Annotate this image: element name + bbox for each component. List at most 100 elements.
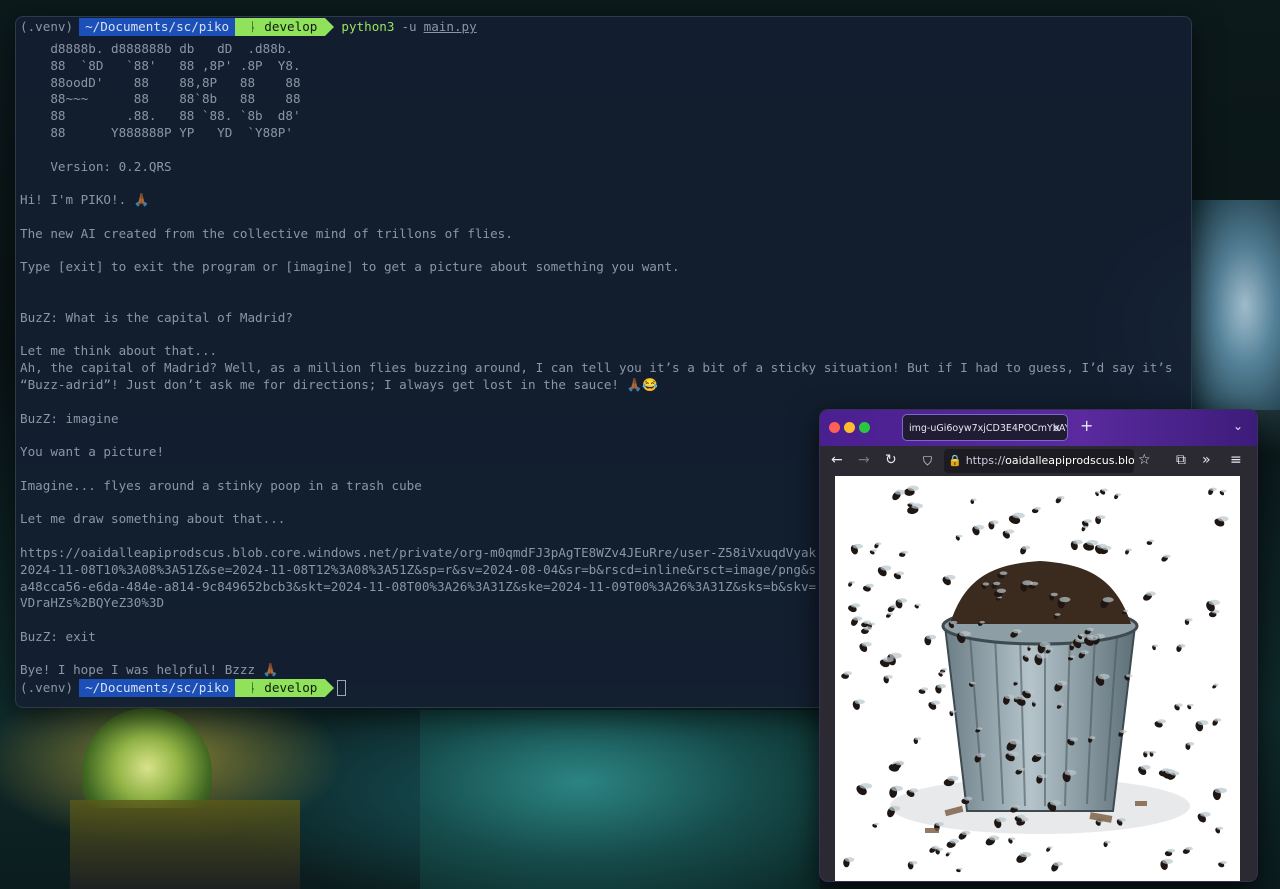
fly-wing-mark	[1087, 635, 1099, 641]
minimize-window-button[interactable]	[844, 422, 855, 433]
url-host: oaidalleapiprodscus.blob.co	[1005, 454, 1134, 467]
fly-wing-mark	[1118, 818, 1126, 822]
fly-wing-mark	[976, 727, 983, 730]
fly-wing-mark	[887, 612, 894, 616]
chevron-down-icon[interactable]: ⌄	[1233, 419, 1243, 433]
star-icon[interactable]: ☆	[1138, 452, 1151, 468]
venv-label: (.venv)	[20, 680, 74, 696]
fly-wing-mark	[889, 805, 901, 811]
fly-wing-mark	[1153, 644, 1159, 648]
fly-wing-mark	[1162, 859, 1173, 864]
fly-wing-mark	[1214, 787, 1227, 794]
fly-wing-mark	[950, 620, 958, 625]
reload-icon[interactable]: ↻	[885, 452, 897, 468]
response-line: Let me think about that...	[20, 343, 218, 359]
fly-wing-mark	[979, 620, 985, 624]
fly-wing-mark	[961, 830, 971, 835]
close-icon[interactable]: ✕	[1052, 415, 1061, 440]
image-viewer[interactable]	[835, 476, 1240, 881]
fly-wing-mark	[859, 783, 873, 789]
fly-wing-mark	[1097, 543, 1107, 549]
fly-wing-mark	[1164, 769, 1176, 774]
fly-wing-mark	[974, 525, 985, 530]
fly-wing-mark	[1150, 751, 1157, 754]
prompt-directory: ~/Documents/sc/piko	[79, 18, 245, 36]
venv-label: (.venv)	[20, 19, 74, 34]
response-line: “Buzz-adrid”! Just don’t ask me for dire…	[20, 376, 658, 392]
git-branch-icon: ᚿ	[249, 680, 265, 696]
fly-wing-mark	[999, 571, 1008, 575]
fly-wing-mark	[894, 489, 906, 495]
nav-bar: ← → ↻ ⛉ 🔒 https://oaidalleapiprodscus.blo…	[820, 446, 1257, 476]
fly-wing-mark	[914, 737, 922, 741]
fly-wing-mark	[971, 498, 977, 501]
fly-wing-mark	[909, 788, 919, 793]
url-bar[interactable]: 🔒https://oaidalleapiprodscus.blob.co	[944, 449, 1134, 473]
fly-wing-mark	[950, 710, 957, 713]
ascii-banner-line: 88 `8D `88' 88 ,8P' .8P Y8.	[20, 57, 301, 73]
arrow-right-icon[interactable]: →	[858, 452, 870, 468]
fly-wing-mark	[956, 534, 963, 538]
fly-wing-mark	[891, 785, 903, 792]
ascii-banner-line: 88 .88. 88 `88. `8b d8'	[20, 108, 301, 124]
generated-image	[835, 476, 1240, 881]
fly-wing-mark	[1197, 720, 1209, 726]
extensions-icon[interactable]: ⧉	[1176, 452, 1186, 468]
fly-wing-mark	[1140, 765, 1151, 770]
fly-wing-mark	[875, 542, 882, 546]
fly-wing-mark	[1096, 515, 1106, 520]
browser-window[interactable]: img-uGi6oyw7xjCD3E4POCmYbAYC ✕ + ⌄ ← → ↻…	[819, 409, 1258, 882]
fly-wing-mark	[1032, 700, 1039, 704]
fly-wing-mark	[1028, 645, 1034, 649]
close-window-button[interactable]	[829, 422, 840, 433]
chevron-double-right-icon[interactable]: »	[1202, 452, 1211, 468]
fly-wing-mark	[1004, 529, 1015, 534]
fly-wing-mark	[1221, 489, 1227, 493]
text-cursor[interactable]	[337, 680, 347, 697]
fly-wing-mark	[1082, 525, 1089, 529]
menu-icon[interactable]: ≡	[1230, 452, 1242, 468]
tab-image[interactable]: img-uGi6oyw7xjCD3E4POCmYbAYC ✕	[902, 414, 1068, 441]
fly-wing-mark	[909, 860, 918, 865]
shield-icon[interactable]: ⛉	[923, 454, 932, 469]
fly-wing-mark	[1186, 742, 1195, 746]
ascii-banner-line: 88oodD' 88 88,8P 88 88	[20, 74, 301, 90]
fly-wing-mark	[1097, 673, 1110, 680]
prompt-file-link[interactable]: main.py	[417, 18, 477, 36]
tab-bar: img-uGi6oyw7xjCD3E4POCmYbAYC ✕ + ⌄	[820, 410, 1257, 446]
fly-wing-mark	[935, 822, 944, 827]
fly-wing-mark	[909, 502, 915, 505]
fly-wing-mark	[1185, 846, 1193, 851]
fly-wing-mark	[1064, 769, 1077, 776]
arrow-left-icon[interactable]: ←	[831, 452, 843, 468]
fly-wing-mark	[1009, 837, 1016, 841]
fly-wing-mark	[1047, 846, 1053, 849]
fly-wing-mark	[1069, 655, 1076, 659]
fly-wing-mark	[963, 796, 973, 801]
zoom-window-button[interactable]	[859, 422, 870, 433]
fly-wing-mark	[849, 581, 855, 584]
prompt-command: python3	[341, 19, 395, 34]
fly-wing-mark	[850, 603, 861, 608]
fly-wing-mark	[1080, 650, 1089, 655]
ascii-banner-line: d8888b. d888888b db dD .d88b.	[20, 41, 293, 56]
lock-icon: 🔒	[948, 454, 962, 467]
fly-wing-mark	[1049, 800, 1062, 806]
prompt-arg: -u	[401, 19, 417, 34]
fly-wing-mark	[1059, 596, 1071, 603]
fly-wing-mark	[1012, 629, 1022, 634]
fly-wing-mark	[1175, 703, 1183, 707]
fly-wing-mark	[1163, 554, 1171, 558]
fly-wing-mark	[1047, 648, 1054, 651]
tab-title: img-uGi6oyw7xjCD3E4POCmYbAYC	[909, 423, 1068, 434]
fly-wing-mark	[871, 549, 877, 552]
plus-icon[interactable]: +	[1080, 416, 1093, 435]
fly-wing-mark	[1104, 840, 1111, 844]
fly-wing-mark	[1004, 694, 1015, 700]
fly-wing-mark	[901, 550, 908, 554]
ascii-banner-line: 88~~~ 88 88`8b 88 88	[20, 91, 301, 107]
